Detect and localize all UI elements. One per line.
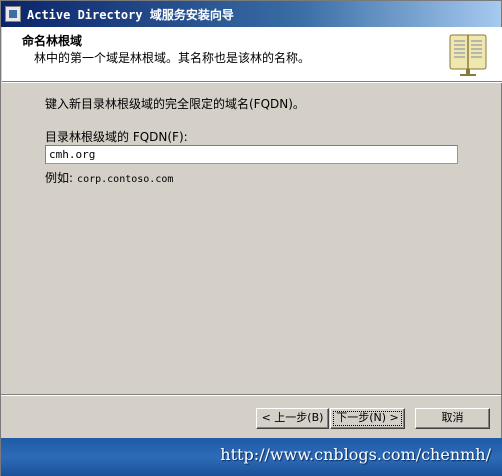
wizard-content: 键入新目录林根级域的完全限定的域名(FQDN)。 目录林根级域的 FQDN(F)… (1, 83, 501, 393)
watermark-url: http://www.cnblogs.com/chenmh/ (220, 445, 491, 464)
page-title: 命名林根域 (22, 34, 83, 48)
fqdn-label: 目录林根级域的 FQDN(F): (45, 130, 188, 144)
title-bar[interactable]: Active Directory 域服务安装向导 (1, 1, 501, 27)
cancel-button[interactable]: 取消 (415, 408, 490, 429)
next-button[interactable]: 下一步(N) > (330, 408, 405, 429)
book-icon (449, 34, 487, 76)
button-divider (1, 394, 501, 396)
fqdn-input[interactable] (45, 145, 458, 164)
example-text: 例如: corp.contoso.com (45, 169, 173, 186)
wizard-window: Active Directory 域服务安装向导 命名林根域 林中的第一个域是林… (0, 0, 502, 476)
back-button[interactable]: < 上一步(B) (256, 408, 329, 429)
example-value: corp.contoso.com (77, 174, 174, 185)
page-subtitle: 林中的第一个域是林根域。其名称也是该林的名称。 (34, 51, 311, 65)
wizard-header: 命名林根域 林中的第一个域是林根域。其名称也是该林的名称。 (2, 27, 502, 83)
instruction-text: 键入新目录林根级域的完全限定的域名(FQDN)。 (45, 97, 305, 111)
window-title: Active Directory 域服务安装向导 (27, 8, 234, 22)
example-label: 例如: (45, 171, 74, 185)
wizard-app-icon (5, 6, 21, 22)
